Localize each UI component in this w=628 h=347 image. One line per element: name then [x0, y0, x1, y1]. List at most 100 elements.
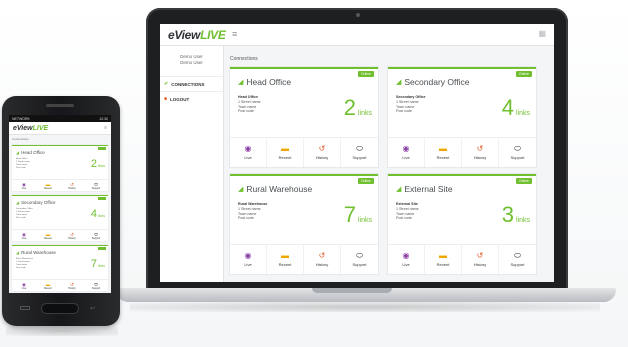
phone-back-button[interactable]: [20, 306, 30, 310]
sidebar-item-connections[interactable]: ✔ CONNECTIONS: [160, 76, 223, 91]
chat-icon: ⬭: [514, 251, 521, 260]
folder-icon: ▬: [281, 144, 289, 153]
card-title: ◢ Rural Warehouse: [12, 246, 108, 255]
address-line: 1 Street name: [238, 99, 261, 104]
live-button[interactable]: ◉ Live: [230, 245, 267, 274]
app-logo[interactable]: eViewLIVE: [168, 28, 226, 42]
sidebar-item-logout[interactable]: ■ LOGOUT: [160, 91, 223, 106]
card-title-text: Head Office: [246, 77, 292, 87]
sidebar-item-label: LOGOUT: [170, 96, 190, 102]
status-badge: [98, 197, 106, 200]
connection-cards: Online ◢ Head Office Head Office 1 Street na…: [230, 67, 548, 274]
card-title-text: External Site: [404, 184, 453, 194]
history-button[interactable]: ↺ History: [304, 245, 341, 274]
sidebar-item-label: CONNECTIONS: [171, 81, 205, 87]
action-label: Live: [21, 286, 27, 290]
card-title-text: Head Office: [21, 150, 45, 155]
phone-menu-button[interactable]: ↩: [90, 305, 95, 312]
phone-page-title: Connections: [12, 137, 29, 141]
phone-speaker: [46, 104, 74, 107]
phone-screen: NETWORK 12:30 eViewLIVE ≡ Connections ◢ H…: [9, 115, 111, 293]
action-label: Live: [21, 186, 27, 190]
phone-home-button[interactable]: [42, 304, 78, 313]
connection-card[interactable]: ◢ Head Office Head Office 1 Street name Town…: [12, 145, 108, 191]
links-count: 4 links: [502, 97, 530, 119]
history-button[interactable]: ↺ History: [462, 245, 499, 274]
links-number: 3: [501, 202, 514, 227]
plug-icon: ◢: [396, 79, 402, 86]
recent-button[interactable]: ▬ Recent: [36, 280, 60, 291]
connection-card[interactable]: ◢ Rural Warehouse Rural Warehouse 1 Street …: [12, 245, 108, 291]
live-button[interactable]: ◉ Live: [12, 230, 36, 241]
phone-connection-cards: ◢ Head Office Head Office 1 Street name Town…: [9, 145, 111, 291]
hamburger-icon[interactable]: ≡: [104, 125, 107, 131]
card-title: ◢ Secondary Office: [12, 196, 108, 205]
hamburger-icon[interactable]: ≡: [232, 29, 237, 39]
support-button[interactable]: ⬭ Support: [84, 230, 108, 241]
address-line: Post code: [16, 217, 26, 219]
app-header: eViewLIVE ≡ ▦: [160, 24, 554, 46]
live-button[interactable]: ◉ Live: [12, 280, 36, 291]
support-button[interactable]: ⬭ Support: [84, 180, 108, 191]
connection-card[interactable]: ◢ Secondary Office Secondary Office 1 Stree…: [12, 195, 108, 241]
card-address: Secondary Office 1 Street name Town name Po…: [16, 208, 33, 220]
recent-button[interactable]: ▬ Recent: [36, 180, 60, 191]
history-button[interactable]: ↺ History: [60, 230, 84, 241]
links-count: 2 links: [344, 97, 372, 119]
connection-card[interactable]: Online ◢ Secondary Office Secondary Office 1…: [388, 67, 536, 167]
support-button[interactable]: ⬭ Support: [341, 245, 378, 274]
address-line: Post code: [16, 167, 26, 169]
links-number: 2: [90, 158, 97, 170]
recent-button[interactable]: ▬ Recent: [425, 138, 462, 167]
live-button[interactable]: ◉ Live: [388, 245, 425, 274]
live-button[interactable]: ◉ Live: [388, 138, 425, 167]
support-button[interactable]: ⬭ Support: [499, 138, 536, 167]
support-button[interactable]: ⬭ Support: [499, 245, 536, 274]
chat-icon: ⬭: [356, 144, 363, 153]
live-button[interactable]: ◉ Live: [12, 180, 36, 191]
recent-button[interactable]: ▬ Recent: [267, 245, 304, 274]
links-count: 7 links: [344, 204, 372, 226]
action-label: Live: [244, 155, 252, 160]
recent-button[interactable]: ▬ Recent: [36, 230, 60, 241]
support-button[interactable]: ⬭ Support: [84, 280, 108, 291]
eye-icon: ◉: [402, 144, 410, 153]
folder-icon: ▬: [439, 144, 447, 153]
grid-icon[interactable]: ▦: [538, 29, 546, 38]
history-button[interactable]: ↺ History: [60, 280, 84, 291]
recent-button[interactable]: ▬ Recent: [425, 245, 462, 274]
connection-card[interactable]: Online ◢ Head Office Head Office 1 Street na…: [230, 67, 378, 167]
status-badge: Online: [357, 71, 374, 77]
history-icon: ↺: [318, 251, 326, 260]
connection-card[interactable]: Online ◢ External Site External Site 1 Stree…: [388, 174, 536, 274]
product-showcase: eViewLIVE ≡ ▦ Demo User Demo User ✔ CONN…: [0, 0, 628, 347]
action-label: History: [68, 286, 76, 290]
action-label: Recent: [44, 186, 52, 190]
address-line: Post code: [396, 216, 412, 221]
connections-icon: ✔: [164, 81, 169, 87]
plug-icon: ◢: [16, 150, 20, 155]
card-title-text: Secondary Office: [404, 77, 470, 87]
card-title: ◢ Head Office: [230, 69, 378, 87]
phone-app-logo[interactable]: eViewLIVE: [13, 125, 48, 132]
support-button[interactable]: ⬭ Support: [341, 138, 378, 167]
folder-icon: ▬: [439, 251, 447, 260]
history-button[interactable]: ↺ History: [304, 138, 341, 167]
eye-icon: ◉: [244, 251, 252, 260]
connection-card[interactable]: Online ◢ Rural Warehouse Rural Warehouse 1 S…: [230, 174, 378, 274]
recent-button[interactable]: ▬ Recent: [267, 138, 304, 167]
card-address: Rural Warehouse 1 Street name Town name Pos…: [238, 202, 267, 221]
live-button[interactable]: ◉ Live: [230, 138, 267, 167]
phone-app-header: eViewLIVE ≡: [9, 122, 111, 135]
card-title: ◢ External Site: [388, 176, 536, 194]
links-label: links: [97, 164, 105, 168]
history-button[interactable]: ↺ History: [462, 138, 499, 167]
history-button[interactable]: ↺ History: [60, 180, 84, 191]
links-count: 7 links: [91, 259, 105, 270]
action-label: Live: [402, 155, 410, 160]
user-role: Demo User: [180, 60, 203, 65]
logout-icon: ■: [164, 96, 168, 102]
card-title: ◢ Secondary Office: [388, 69, 536, 87]
chat-icon: ⬭: [514, 144, 521, 153]
sidebar-user: Demo User Demo User: [160, 46, 223, 66]
